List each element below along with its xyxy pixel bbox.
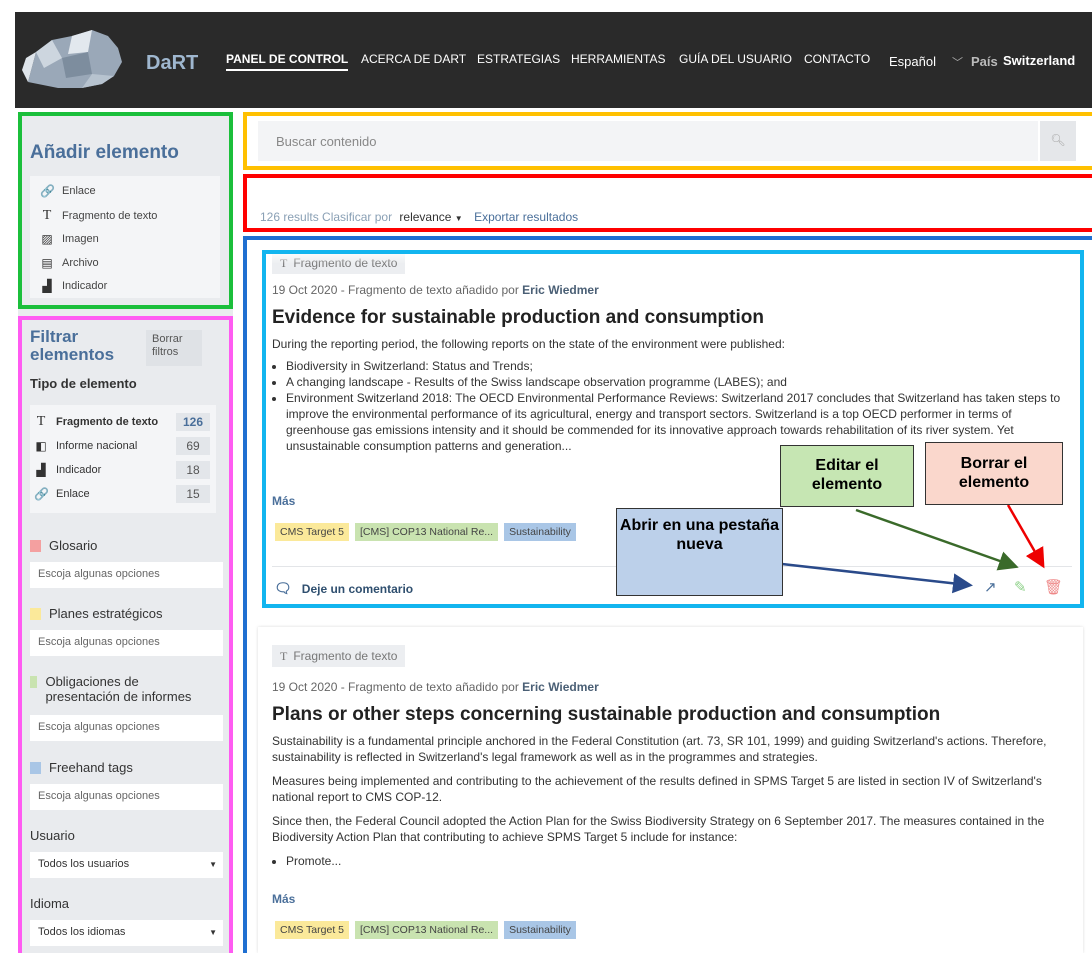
nav-panel-de-control[interactable]: PANEL DE CONTROL: [226, 52, 349, 71]
brand-name[interactable]: DaRT: [146, 52, 198, 75]
highlight-search: [243, 112, 1092, 170]
nav-contacto[interactable]: CONTACTO: [804, 52, 870, 66]
language-selector[interactable]: Español: [889, 54, 936, 69]
highlight-results-list: [243, 236, 1092, 953]
country-selector[interactable]: Switzerland: [1003, 53, 1075, 68]
highlight-add-element: [18, 112, 233, 309]
rhino-logo[interactable]: [22, 22, 127, 94]
top-navigation-bar: DaRT PANEL DE CONTROL ACERCA DE DART EST…: [0, 0, 1092, 108]
country-label: País: [971, 54, 998, 69]
nav-herramientas[interactable]: HERRAMIENTAS: [571, 52, 665, 66]
nav-acerca-de-dart[interactable]: ACERCA DE DART: [361, 52, 466, 66]
nav-estrategias[interactable]: ESTRATEGIAS: [477, 52, 560, 66]
chevron-down-icon[interactable]: ﹀: [952, 54, 963, 70]
nav-guia-del-usuario[interactable]: GUÍA DEL USUARIO: [679, 52, 792, 66]
highlight-results-bar: [243, 174, 1092, 232]
highlight-filters: [18, 316, 233, 953]
